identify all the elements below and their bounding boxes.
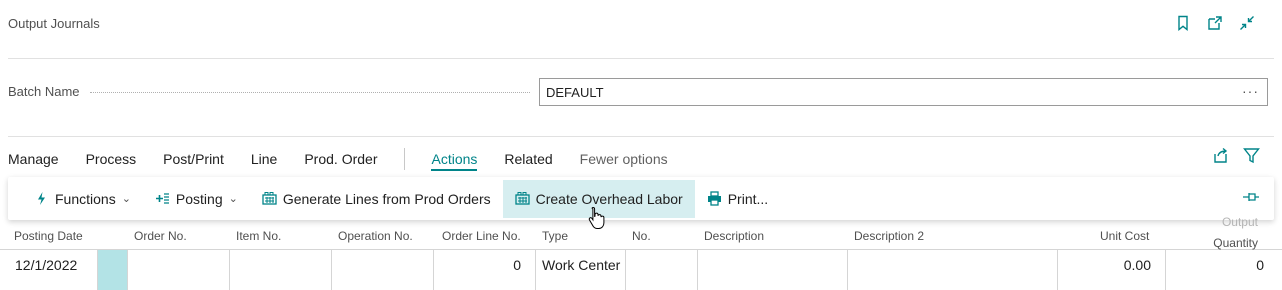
menu-process[interactable]: Process — [86, 151, 137, 167]
output-quantity-header-line-2: Quantity — [1213, 236, 1258, 250]
posting-button[interactable]: Posting ⌄ — [143, 180, 250, 218]
batch-name-input[interactable] — [540, 79, 1220, 105]
functions-button[interactable]: Functions ⌄ — [22, 180, 143, 218]
production-icon — [262, 191, 277, 206]
printer-icon — [707, 191, 722, 206]
posting-label: Posting — [175, 190, 223, 207]
posting-icon — [155, 191, 170, 206]
print-label: Print... — [727, 190, 769, 207]
lightning-icon — [34, 191, 49, 206]
generate-lines-from-prod-orders-button[interactable]: Generate Lines from Prod Orders — [250, 180, 503, 218]
cell-type[interactable]: Work Center — [536, 250, 626, 290]
chevron-down-icon: ⌄ — [228, 193, 238, 205]
grid-header: Posting Date Order No. Item No. Operatio… — [0, 215, 1282, 250]
cell-output-quantity[interactable]: 0 — [1166, 250, 1274, 290]
filter-icon[interactable] — [1243, 147, 1260, 167]
collapse-icon[interactable] — [1238, 14, 1256, 32]
create-overhead-labor-label: Create Overhead Labor — [535, 190, 683, 207]
actions-ribbon: Functions ⌄ Posting ⌄ Generate Lines fro… — [8, 177, 1274, 220]
batch-name-label: Batch Name — [8, 84, 80, 99]
cell-description[interactable] — [698, 250, 848, 290]
column-header-description-2[interactable]: Description 2 — [854, 229, 924, 243]
column-header-unit-cost[interactable]: Unit Cost — [1100, 229, 1149, 243]
column-header-operation-no[interactable]: Operation No. — [338, 229, 413, 243]
column-header-no[interactable]: No. — [632, 229, 651, 243]
chevron-down-icon: ⌄ — [121, 193, 131, 205]
page-header-actions — [1174, 14, 1256, 32]
generate-lines-label: Generate Lines from Prod Orders — [282, 190, 491, 207]
field-leader-dots — [90, 92, 530, 93]
table-row: 12/1/2022 0 Work Center 0.00 0 — [0, 250, 1282, 290]
column-header-order-no[interactable]: Order No. — [134, 229, 187, 243]
output-quantity-header-line-1: Output — [1221, 215, 1258, 229]
menu-prod-order[interactable]: Prod. Order — [304, 151, 377, 167]
menu-post-print[interactable]: Post/Print — [163, 151, 224, 167]
column-header-output-quantity[interactable]: Output Quantity — [1213, 215, 1258, 250]
cell-operation-no[interactable] — [332, 250, 434, 290]
cell-unit-cost[interactable]: 0.00 — [1058, 250, 1166, 290]
batch-name-lookup-button[interactable]: ··· — [1242, 83, 1259, 99]
column-header-description[interactable]: Description — [704, 229, 764, 243]
menu-related[interactable]: Related — [504, 151, 552, 167]
menu-fewer-options[interactable]: Fewer options — [580, 151, 668, 167]
column-header-type[interactable]: Type — [542, 229, 568, 243]
menu-separator — [404, 148, 406, 170]
menu-line[interactable]: Line — [251, 151, 277, 167]
batch-name-field[interactable]: ··· — [539, 78, 1268, 106]
cell-order-line-no[interactable]: 0 — [434, 250, 536, 290]
open-in-new-window-icon[interactable] — [1206, 14, 1224, 32]
column-header-item-no[interactable]: Item No. — [236, 229, 281, 243]
column-header-posting-date[interactable]: Posting Date — [14, 229, 83, 243]
share-icon[interactable] — [1212, 147, 1229, 167]
hand-cursor-icon — [588, 206, 606, 233]
functions-label: Functions — [55, 190, 116, 207]
divider — [8, 58, 1274, 59]
bookmark-icon[interactable] — [1174, 14, 1192, 32]
cell-posting-date[interactable]: 12/1/2022 — [8, 250, 98, 290]
divider — [8, 136, 1274, 137]
page-title: Output Journals — [8, 16, 100, 31]
production-icon — [514, 191, 530, 206]
cell-order-no[interactable] — [128, 250, 230, 290]
menu-actions[interactable]: Actions — [431, 151, 477, 171]
cell-item-no[interactable] — [230, 250, 332, 290]
list-tools — [1212, 147, 1260, 167]
print-button[interactable]: Print... — [695, 180, 780, 218]
column-header-order-line-no[interactable]: Order Line No. — [442, 229, 521, 243]
action-menu-bar: Manage Process Post/Print Line Prod. Ord… — [8, 148, 695, 171]
pin-icon[interactable] — [1242, 190, 1260, 207]
row-selector[interactable] — [98, 250, 128, 290]
menu-manage[interactable]: Manage — [8, 151, 59, 167]
cell-no[interactable] — [626, 250, 698, 290]
cell-description-2[interactable] — [848, 250, 1058, 290]
